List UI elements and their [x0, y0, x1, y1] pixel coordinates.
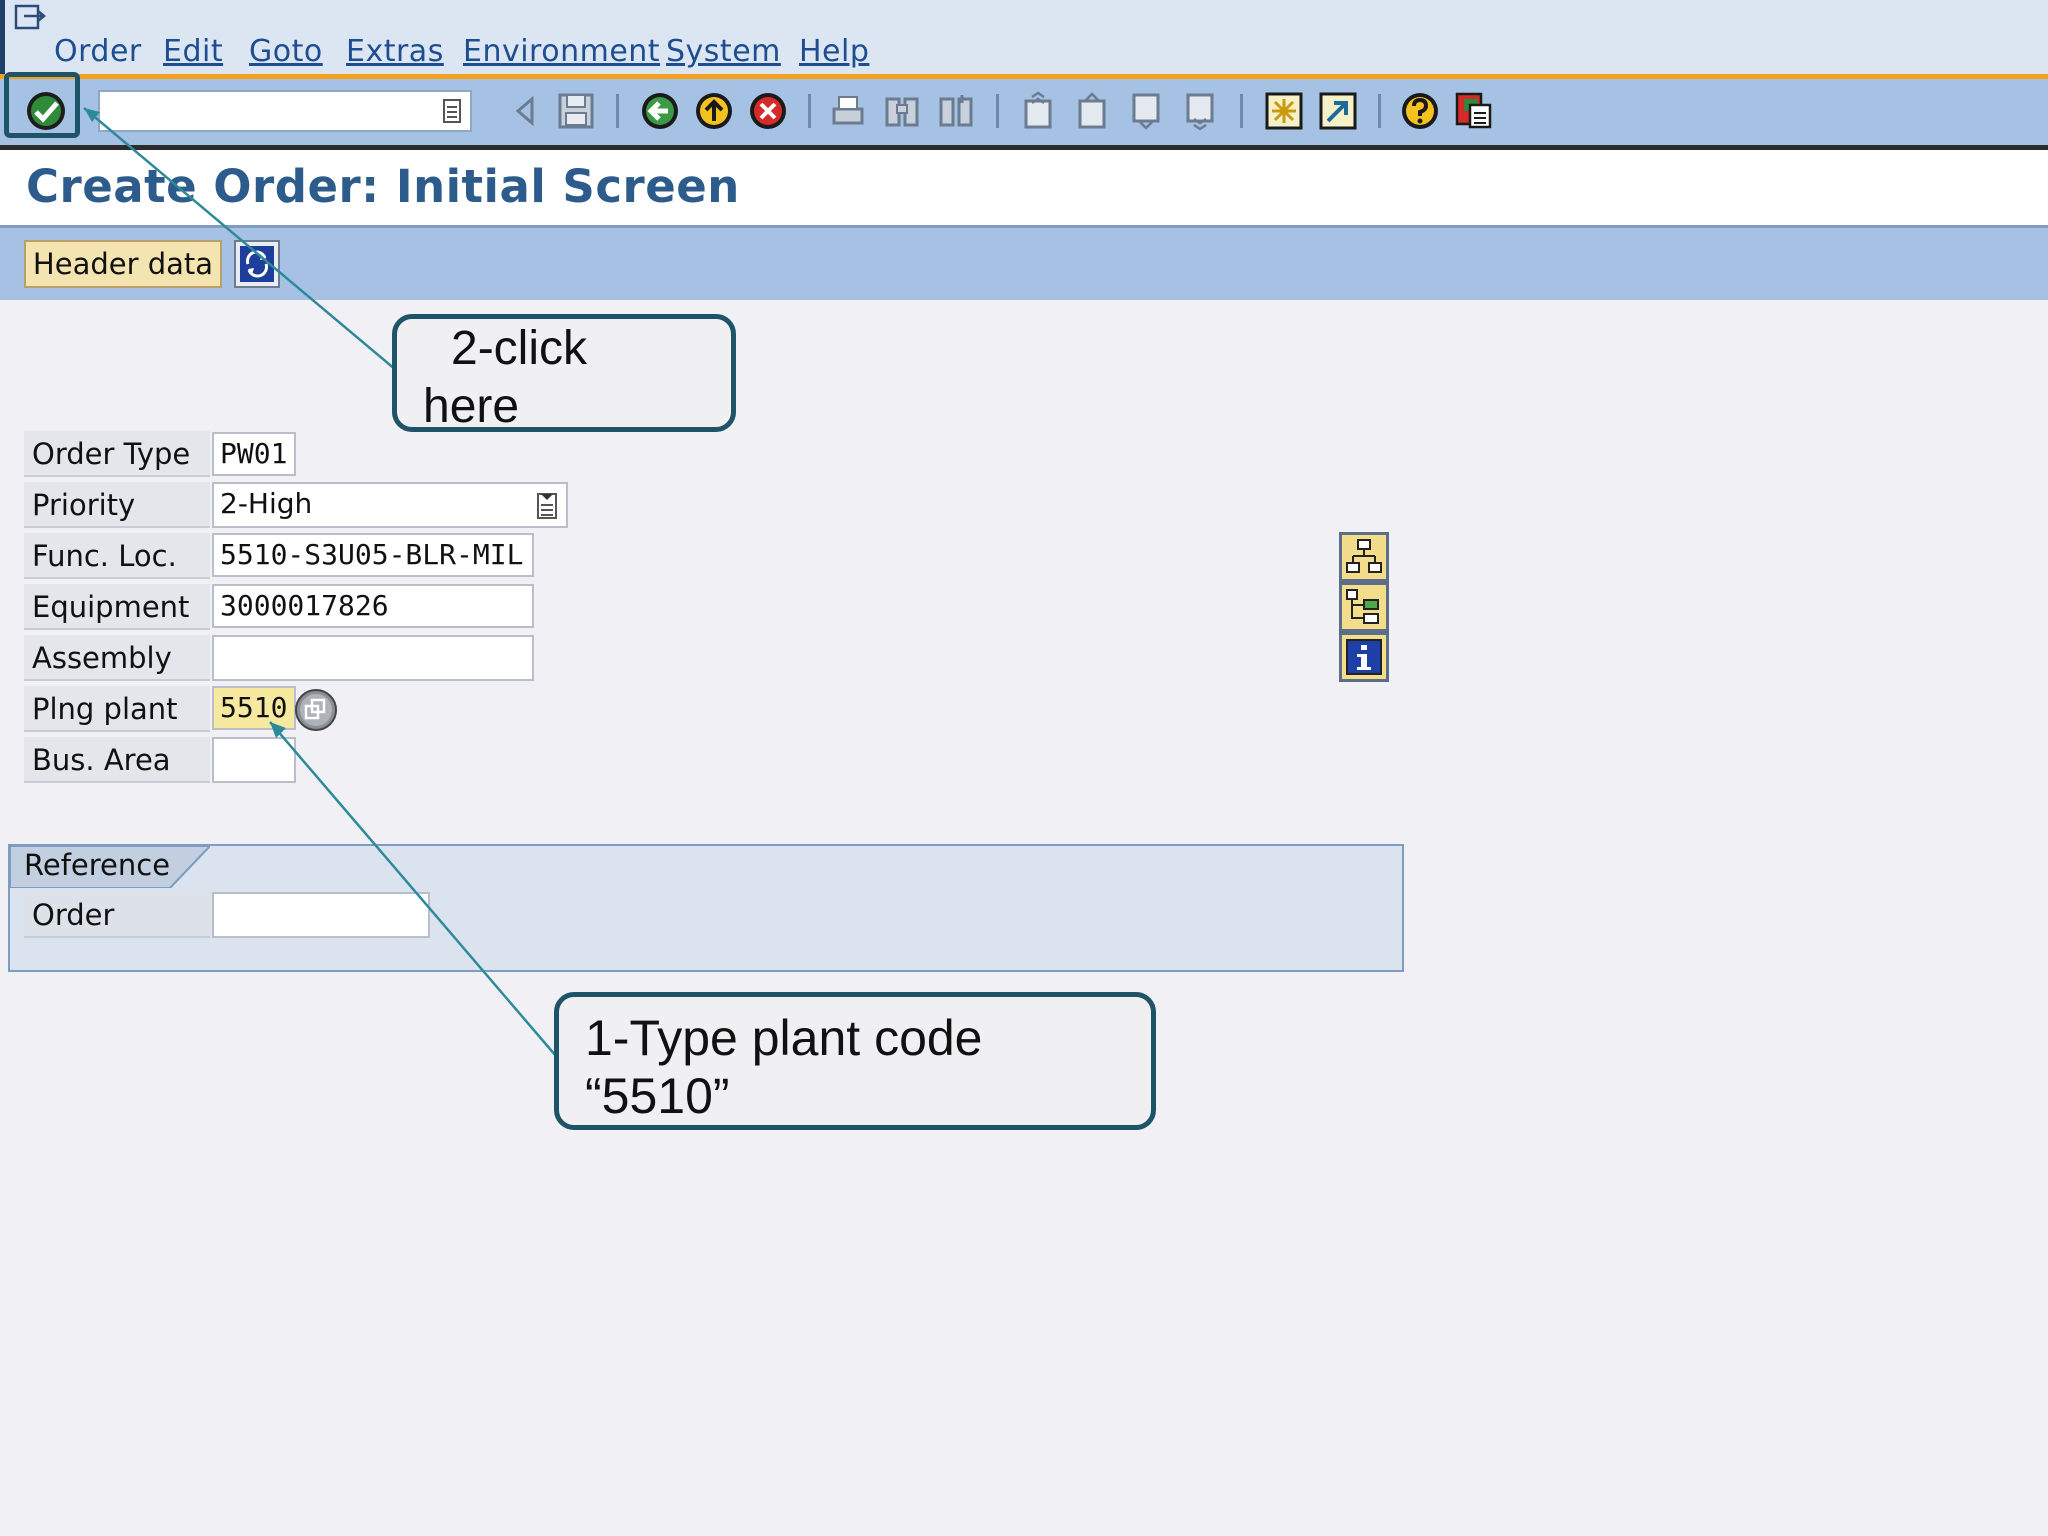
toolbar-separator [996, 94, 999, 128]
reference-title: Reference [24, 848, 171, 882]
plng-plant-label: Plng plant [24, 686, 210, 732]
save-icon[interactable] [556, 91, 596, 131]
type-callout-line2: “5510” [585, 1068, 730, 1124]
help-icon[interactable] [1400, 91, 1440, 131]
command-field[interactable] [98, 90, 472, 132]
toolbar-separator [616, 94, 619, 128]
order-type-label: Order Type [24, 431, 210, 477]
order-type-field[interactable]: PW01 [212, 432, 296, 476]
click-callout-line1: 2-click [451, 322, 588, 375]
menu-edit[interactable]: Edit [163, 34, 223, 69]
command-history-icon[interactable] [442, 98, 462, 124]
click-callout-line2: here [423, 380, 520, 433]
priority-dropdown[interactable]: 2-High [212, 482, 568, 528]
menu-environment-label: Environment [463, 34, 661, 69]
cancel-icon[interactable] [748, 91, 788, 131]
info-icon [1346, 639, 1382, 675]
structure-list-icon [1346, 589, 1379, 624]
find-icon[interactable] [882, 91, 922, 131]
reference-order-field[interactable] [212, 892, 430, 938]
equipment-field[interactable]: 3000017826 [212, 584, 534, 628]
previous-page-icon[interactable] [1072, 91, 1112, 131]
header-data-button[interactable]: Header data [24, 240, 222, 288]
back-arrow-icon[interactable] [506, 91, 546, 131]
structure-display-button[interactable] [1339, 532, 1389, 582]
click-here-callout: 2-click here [392, 314, 736, 433]
menu-goto-label: Goto [249, 34, 323, 69]
menu-system-label: System [666, 34, 781, 69]
priority-label: Priority [24, 482, 210, 528]
toolbar-separator [1378, 94, 1381, 128]
shortcut-icon[interactable] [1318, 91, 1358, 131]
structure-list-button[interactable] [1339, 582, 1389, 632]
plng-plant-field[interactable]: 5510 [212, 686, 296, 730]
func-loc-field[interactable]: 5510-S3U05-BLR-MIL [212, 533, 534, 577]
exit-icon[interactable] [694, 91, 734, 131]
assembly-field[interactable] [212, 635, 534, 681]
window-menu-icon[interactable] [14, 4, 48, 32]
type-callout-line1: 1-Type plant code [585, 1010, 983, 1066]
find-next-icon[interactable] [936, 91, 976, 131]
last-page-icon[interactable] [1180, 91, 1220, 131]
menu-help[interactable]: Help [799, 34, 869, 69]
toolbar-separator [1240, 94, 1243, 128]
menu-bar-edge [0, 0, 5, 75]
next-page-icon[interactable] [1126, 91, 1166, 131]
menu-extras-label: Extras [346, 34, 444, 69]
assembly-label: Assembly [24, 635, 210, 681]
application-toolbar [0, 228, 2048, 300]
func-loc-label: Func. Loc. [24, 533, 210, 579]
bus-area-field[interactable] [212, 737, 296, 783]
page-title: Create Order: Initial Screen [26, 160, 740, 213]
menu-goto[interactable]: Goto [249, 34, 323, 69]
customize-layout-icon[interactable] [1454, 91, 1494, 131]
menu-edit-label: Edit [163, 34, 224, 69]
dropdown-list-icon[interactable] [536, 492, 558, 520]
menu-extras[interactable]: Extras [346, 34, 444, 69]
refresh-icon[interactable] [234, 240, 280, 288]
back-icon[interactable] [640, 91, 680, 131]
equipment-label: Equipment [24, 584, 210, 630]
enter-button-highlight [4, 72, 80, 138]
hierarchy-icon [1346, 539, 1382, 573]
first-page-icon[interactable] [1018, 91, 1058, 131]
menu-help-label: Help [799, 34, 870, 69]
print-icon[interactable] [828, 91, 868, 131]
search-help-icon[interactable] [294, 688, 338, 732]
menu-system[interactable]: System [666, 34, 781, 69]
priority-value: 2-High [220, 487, 313, 520]
menu-order[interactable]: Order [54, 34, 142, 69]
create-session-icon[interactable] [1264, 91, 1304, 131]
toolbar-separator [808, 94, 811, 128]
menu-order-label: Order [54, 34, 142, 69]
reference-order-label: Order [24, 892, 210, 938]
type-plant-code-callout: 1-Type plant code “5510” [554, 992, 1156, 1130]
info-button[interactable] [1339, 632, 1389, 682]
bus-area-label: Bus. Area [24, 737, 210, 783]
menu-environment[interactable]: Environment [463, 34, 660, 69]
